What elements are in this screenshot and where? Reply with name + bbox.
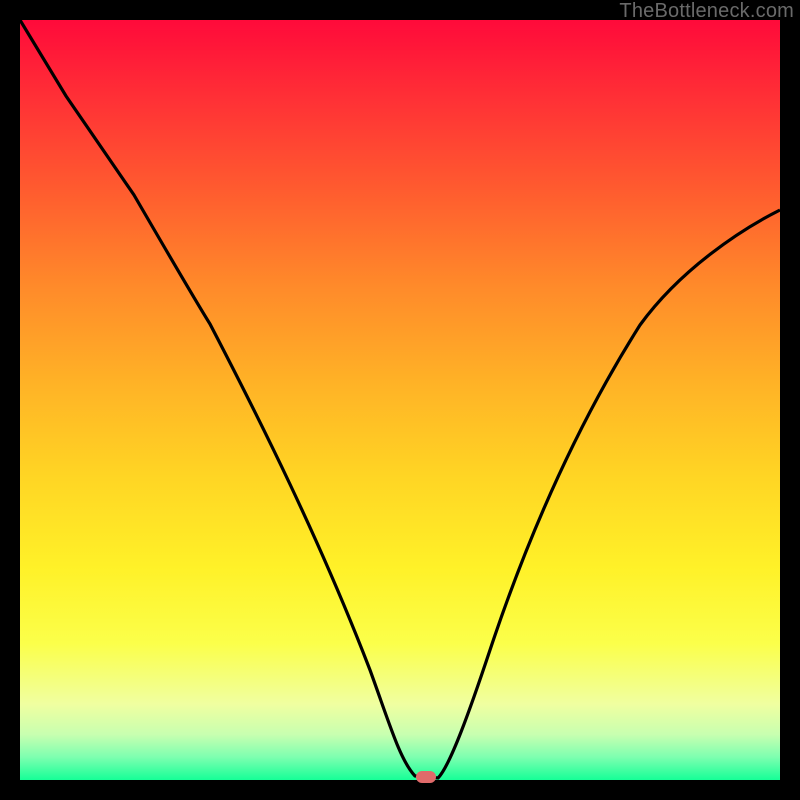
bottleneck-curve — [20, 20, 780, 780]
curve-path — [20, 20, 780, 778]
watermark-text: TheBottleneck.com — [619, 0, 794, 23]
optimum-marker — [416, 771, 436, 783]
plot-area — [20, 20, 780, 780]
chart-frame: TheBottleneck.com — [0, 0, 800, 800]
